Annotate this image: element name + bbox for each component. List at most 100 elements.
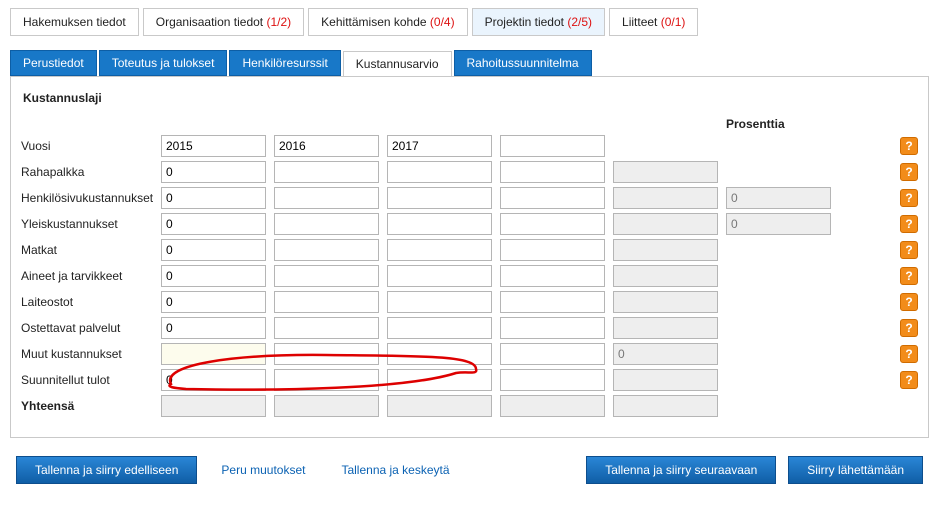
help-icon[interactable]: ? <box>900 319 918 337</box>
matkat-col0[interactable] <box>161 239 266 261</box>
ostopalv-col3[interactable] <box>500 317 605 339</box>
help-icon[interactable]: ? <box>900 371 918 389</box>
henkilosivu-col0[interactable] <box>161 187 266 209</box>
muut-col1[interactable] <box>274 343 379 365</box>
rahapalkka-col3[interactable] <box>500 161 605 183</box>
help-icon[interactable]: ? <box>900 215 918 233</box>
year-input-1[interactable] <box>274 135 379 157</box>
matkat-col3[interactable] <box>500 239 605 261</box>
rahapalkka-col0[interactable] <box>161 161 266 183</box>
help-icon[interactable]: ? <box>900 267 918 285</box>
tulot-col1[interactable] <box>274 369 379 391</box>
help-icon[interactable]: ? <box>900 163 918 181</box>
row-total: Yhteensä <box>21 395 918 417</box>
main-tab-3[interactable]: Projektin tiedot (2/5) <box>472 8 605 36</box>
tulot-col3[interactable] <box>500 369 605 391</box>
tulot-sum <box>613 369 718 391</box>
label-matkat: Matkat <box>21 243 161 257</box>
tulot-col0[interactable] <box>161 369 266 391</box>
main-tab-label: Liitteet <box>622 15 657 29</box>
label-rahapalkka: Rahapalkka <box>21 165 161 179</box>
aineet-col3[interactable] <box>500 265 605 287</box>
matkat-col1[interactable] <box>274 239 379 261</box>
row-laite: Laiteostot? <box>21 291 918 313</box>
help-icon[interactable]: ? <box>900 189 918 207</box>
muut-col0[interactable] <box>161 343 266 365</box>
total-sum <box>613 395 718 417</box>
main-tab-count: (0/1) <box>661 15 686 29</box>
laite-col3[interactable] <box>500 291 605 313</box>
main-tab-1[interactable]: Organisaation tiedot (1/2) <box>143 8 304 36</box>
laite-col2[interactable] <box>387 291 492 313</box>
muut-col2[interactable] <box>387 343 492 365</box>
main-tab-label: Projektin tiedot <box>485 15 564 29</box>
total-col2 <box>387 395 492 417</box>
main-tab-count: (2/5) <box>567 15 592 29</box>
aineet-col1[interactable] <box>274 265 379 287</box>
henkilosivu-sum <box>613 187 718 209</box>
ostopalv-col2[interactable] <box>387 317 492 339</box>
save-prev-button[interactable]: Tallenna ja siirry edelliseen <box>16 456 197 484</box>
rahapalkka-col2[interactable] <box>387 161 492 183</box>
label-years: Vuosi <box>21 139 161 153</box>
aineet-sum <box>613 265 718 287</box>
save-pause-button[interactable]: Tallenna ja keskeytä <box>329 457 461 483</box>
sub-tab-0[interactable]: Perustiedot <box>10 50 97 76</box>
aineet-col0[interactable] <box>161 265 266 287</box>
aineet-col2[interactable] <box>387 265 492 287</box>
total-col1 <box>274 395 379 417</box>
main-tabs: Hakemuksen tiedot Organisaation tiedot (1… <box>10 8 929 36</box>
sub-tab-3[interactable]: Kustannusarvio <box>343 51 452 77</box>
laite-col1[interactable] <box>274 291 379 313</box>
row-yleis: Yleiskustannukset0? <box>21 213 918 235</box>
undo-button[interactable]: Peru muutokset <box>209 457 317 483</box>
help-icon[interactable]: ? <box>900 293 918 311</box>
label-aineet: Aineet ja tarvikkeet <box>21 269 161 283</box>
tulot-col2[interactable] <box>387 369 492 391</box>
help-icon[interactable]: ? <box>900 345 918 363</box>
main-tab-count: (0/4) <box>430 15 455 29</box>
henkilosivu-col3[interactable] <box>500 187 605 209</box>
ostopalv-sum <box>613 317 718 339</box>
row-tulot: Suunnitellut tulot? <box>21 369 918 391</box>
henkilosivu-col1[interactable] <box>274 187 379 209</box>
laite-col0[interactable] <box>161 291 266 313</box>
sub-tab-1[interactable]: Toteutus ja tulokset <box>99 50 228 76</box>
main-tab-4[interactable]: Liitteet (0/1) <box>609 8 698 36</box>
help-icon[interactable]: ? <box>900 137 918 155</box>
year-input-3[interactable] <box>500 135 605 157</box>
yleis-col0[interactable] <box>161 213 266 235</box>
help-icon[interactable]: ? <box>900 241 918 259</box>
muut-col3[interactable] <box>500 343 605 365</box>
label-ostopalv: Ostettavat palvelut <box>21 321 161 335</box>
main-tab-label: Hakemuksen tiedot <box>23 15 126 29</box>
ostopalv-col0[interactable] <box>161 317 266 339</box>
matkat-col2[interactable] <box>387 239 492 261</box>
main-tab-label: Kehittämisen kohde <box>321 15 426 29</box>
row-henkilosivu: Henkilösivukustannukset0? <box>21 187 918 209</box>
label-total: Yhteensä <box>21 399 161 413</box>
yleis-col3[interactable] <box>500 213 605 235</box>
yleis-col2[interactable] <box>387 213 492 235</box>
main-tab-0[interactable]: Hakemuksen tiedot <box>10 8 139 36</box>
yleis-pct: 0 <box>726 213 831 235</box>
percent-heading: Prosenttia <box>726 117 831 131</box>
main-tab-2[interactable]: Kehittämisen kohde (0/4) <box>308 8 467 36</box>
save-next-button[interactable]: Tallenna ja siirry seuraavaan <box>586 456 776 484</box>
label-laite: Laiteostot <box>21 295 161 309</box>
matkat-sum <box>613 239 718 261</box>
year-input-2[interactable] <box>387 135 492 157</box>
main-tab-count: (1/2) <box>266 15 291 29</box>
send-button[interactable]: Siirry lähettämään <box>788 456 923 484</box>
sub-tab-4[interactable]: Rahoitussuunnitelma <box>454 50 592 76</box>
henkilosivu-col2[interactable] <box>387 187 492 209</box>
row-matkat: Matkat? <box>21 239 918 261</box>
ostopalv-col1[interactable] <box>274 317 379 339</box>
footer-buttons: Tallenna ja siirry edelliseen Peru muuto… <box>10 456 929 484</box>
laite-sum <box>613 291 718 313</box>
yleis-col1[interactable] <box>274 213 379 235</box>
muut-sum: 0 <box>613 343 718 365</box>
rahapalkka-col1[interactable] <box>274 161 379 183</box>
year-input-0[interactable] <box>161 135 266 157</box>
sub-tab-2[interactable]: Henkilöresurssit <box>229 50 340 76</box>
